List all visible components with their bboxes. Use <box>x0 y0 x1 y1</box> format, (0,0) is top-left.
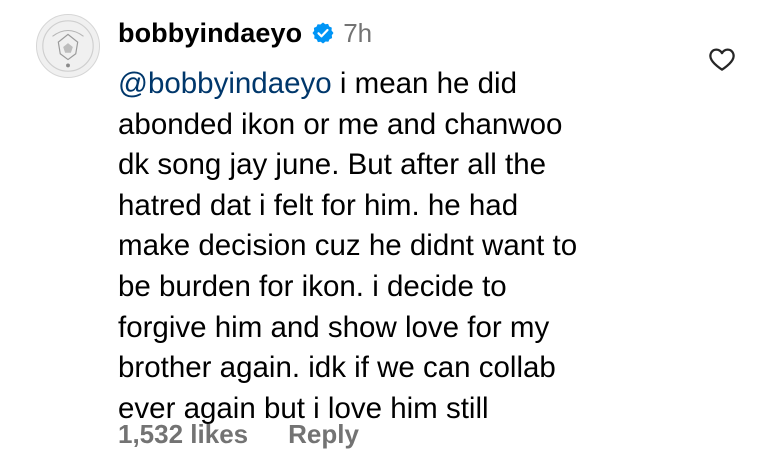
heart-outline-icon[interactable] <box>707 44 737 74</box>
avatar[interactable] <box>36 14 100 78</box>
reply-button[interactable]: Reply <box>288 419 359 450</box>
comment: bobbyindaeyo 7h @bobbyindaeyo i mean he … <box>0 0 780 471</box>
comment-body: i mean he did abonded ikon or me and cha… <box>118 67 578 425</box>
avatar-image <box>37 15 99 77</box>
mention-link[interactable]: @bobbyindaeyo <box>118 67 332 100</box>
likes-count[interactable]: 1,532 likes <box>118 419 248 450</box>
comment-header: bobbyindaeyo 7h <box>118 13 372 53</box>
comment-footer: 1,532 likes Reply <box>118 414 359 454</box>
username[interactable]: bobbyindaeyo <box>118 18 302 49</box>
verified-badge-icon <box>311 21 335 45</box>
comment-text: @bobbyindaeyo i mean he did abonded ikon… <box>118 64 718 429</box>
timestamp: 7h <box>343 17 373 48</box>
